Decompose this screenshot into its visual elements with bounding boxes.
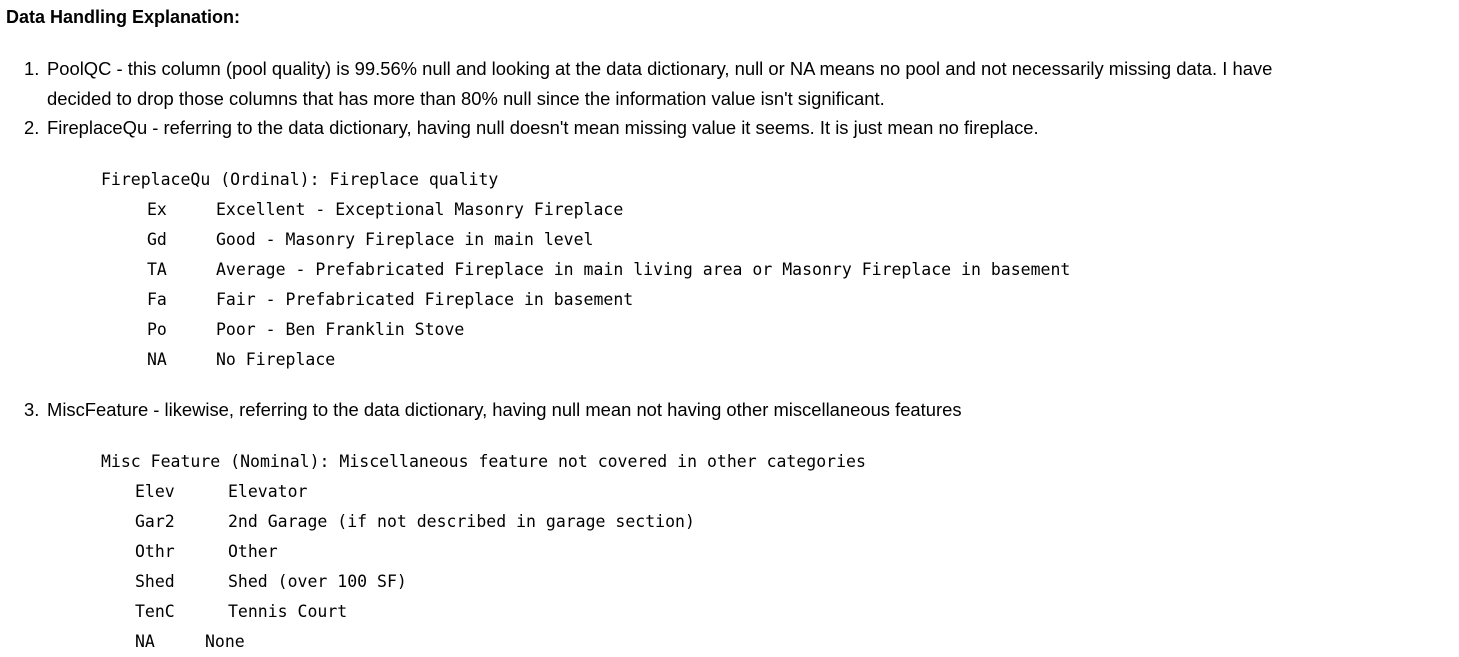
list-item-text: MiscFeature - likewise, referring to the… — [47, 399, 962, 420]
misc-code-key: Shed — [135, 572, 175, 591]
fireplace-code-key: Po — [147, 320, 167, 339]
misc-code-key: TenC — [135, 602, 175, 621]
fireplace-code-desc: Average - Prefabricated Fireplace in mai… — [216, 260, 1071, 279]
list-item-text: FireplaceQu - referring to the data dict… — [47, 117, 1039, 138]
list-item-1: 1. PoolQC - this column (pool quality) is… — [20, 54, 1272, 84]
misc-code-desc: Other — [228, 542, 278, 561]
fireplace-code-key: NA — [147, 350, 167, 369]
fireplace-code-desc: Excellent - Exceptional Masonry Fireplac… — [216, 200, 624, 219]
misc-code-desc: 2nd Garage (if not described in garage s… — [228, 512, 695, 531]
fireplace-code-key: TA — [147, 260, 167, 279]
misc-code-key: Othr — [135, 542, 175, 561]
fireplace-code-desc: Fair - Prefabricated Fireplace in baseme… — [216, 290, 634, 309]
fireplace-code-key: Ex — [147, 200, 167, 219]
fireplace-code-title: FireplaceQu (Ordinal): Fireplace quality — [101, 170, 499, 189]
list-number: 1. — [24, 58, 40, 79]
misc-code-desc: None — [205, 632, 245, 651]
fireplace-code-desc: Good - Masonry Fireplace in main level — [216, 230, 594, 249]
misc-code-title: Misc Feature (Nominal): Miscellaneous fe… — [101, 452, 866, 471]
document: Data Handling Explanation: 1. PoolQC - th… — [0, 0, 1459, 651]
list-item-text: PoolQC - this column (pool quality) is 9… — [47, 58, 1273, 79]
misc-code-desc: Elevator — [228, 482, 308, 501]
fireplace-code-desc: Poor - Ben Franklin Stove — [216, 320, 465, 339]
list-item-2: 2. FireplaceQu - referring to the data di… — [20, 113, 1039, 143]
fireplace-code-key: Gd — [147, 230, 167, 249]
list-item-3: 3. MiscFeature - likewise, referring to t… — [20, 395, 962, 425]
fireplace-code-desc: No Fireplace — [216, 350, 336, 369]
misc-code-desc: Shed (over 100 SF) — [228, 572, 407, 591]
list-number: 2. — [24, 117, 40, 138]
misc-code-key: Elev — [135, 482, 175, 501]
list-number: 3. — [24, 399, 40, 420]
list-item-1-continuation: decided to drop those columns that has m… — [47, 88, 885, 109]
page-heading: Data Handling Explanation: — [6, 7, 241, 27]
misc-code-key: Gar2 — [135, 512, 175, 531]
fireplace-code-key: Fa — [147, 290, 167, 309]
misc-code-key: NA — [135, 632, 155, 651]
misc-code-desc: Tennis Court — [228, 602, 348, 621]
